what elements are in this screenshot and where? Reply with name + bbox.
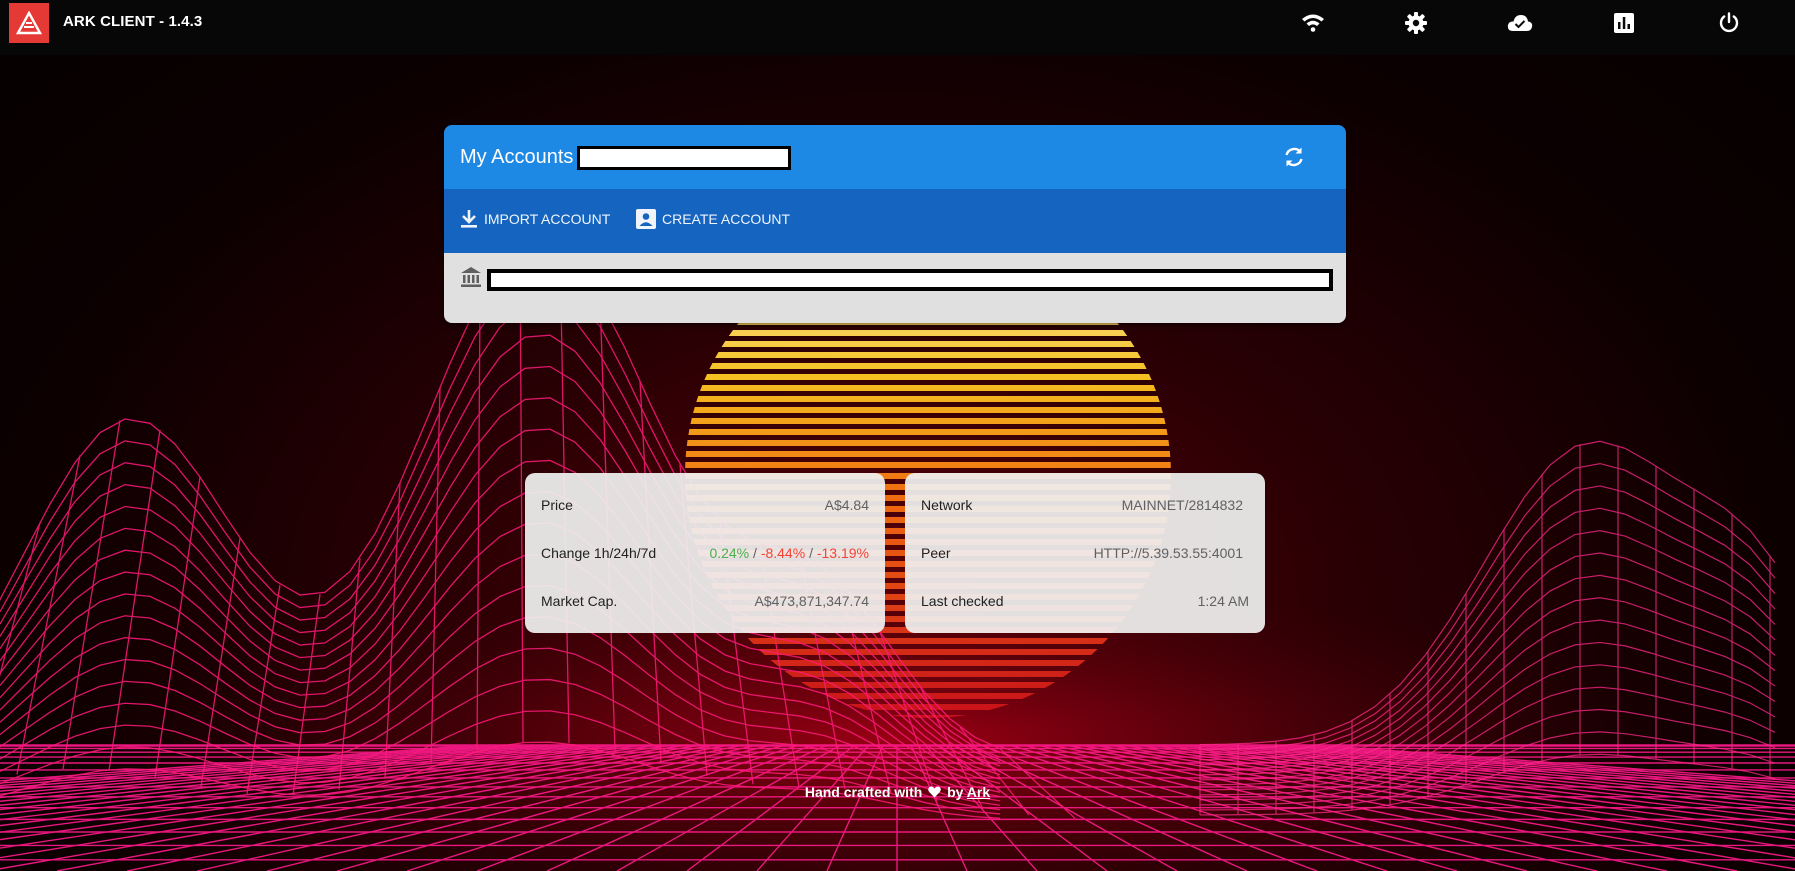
- accounts-title: My Accounts: [460, 146, 574, 168]
- account-box-icon: [636, 209, 656, 229]
- top-bar: ARK CLIENT - 1.4.3: [0, 0, 1795, 55]
- import-account-label: IMPORT ACCOUNT: [484, 211, 611, 227]
- change-label: Change 1h/24h/7d: [541, 545, 657, 561]
- last-checked-value: 1:24 AM: [1197, 593, 1249, 609]
- last-checked-label: Last checked: [921, 593, 1004, 609]
- network-label: Network: [921, 497, 973, 513]
- price-value: A$4.84: [824, 497, 869, 513]
- footer-by: by: [947, 784, 964, 800]
- change-7d-value: -13.19%: [816, 545, 869, 561]
- power-icon[interactable]: [1716, 10, 1742, 36]
- footer-text: Hand crafted with: [804, 784, 923, 800]
- change-row: Change 1h/24h/7d 0.24% / -8.44% / -13.19…: [541, 543, 869, 563]
- marketcap-label: Market Cap.: [541, 593, 618, 609]
- footer: Hand crafted with by Ark: [0, 784, 1795, 800]
- peer-value: HTTP://5.39.53.55:4001: [1093, 545, 1243, 561]
- last-checked-row: Last checked 1:24 AM: [921, 591, 1249, 611]
- wifi-icon[interactable]: [1300, 10, 1326, 36]
- change-values: 0.24% / -8.44% / -13.19%: [709, 545, 869, 561]
- price-label: Price: [541, 497, 573, 513]
- accounts-toolbar: IMPORT ACCOUNT CREATE ACCOUNT: [444, 189, 1346, 253]
- change-24h-value: -8.44%: [760, 545, 806, 561]
- ark-link[interactable]: Ark: [967, 784, 990, 800]
- heart-icon: [928, 786, 942, 798]
- accounts-header: My Accounts: [444, 125, 1346, 189]
- redacted-block: [487, 269, 1333, 291]
- account-row[interactable]: [444, 253, 1346, 323]
- create-account-label: CREATE ACCOUNT: [662, 211, 791, 227]
- ark-logo-icon[interactable]: [9, 3, 49, 43]
- peer-row: Peer HTTP://5.39.53.55:4001: [921, 543, 1243, 563]
- network-row: Network MAINNET/2814832: [921, 495, 1243, 515]
- settings-gear-icon[interactable]: [1403, 10, 1429, 36]
- refresh-icon[interactable]: [1281, 144, 1307, 170]
- change-1h-value: 0.24%: [709, 545, 750, 561]
- peer-label: Peer: [921, 545, 951, 561]
- create-account-button[interactable]: CREATE ACCOUNT: [636, 209, 790, 229]
- change-separator: /: [809, 545, 813, 561]
- cloud-check-icon[interactable]: [1507, 10, 1533, 36]
- chart-icon[interactable]: [1611, 10, 1637, 36]
- bank-icon: [460, 266, 482, 293]
- import-account-button[interactable]: IMPORT ACCOUNT: [460, 209, 610, 229]
- market-info-card: Price A$4.84 Change 1h/24h/7d 0.24% / -8…: [525, 473, 885, 633]
- redacted-block: [577, 146, 791, 170]
- change-separator: /: [753, 545, 757, 561]
- accounts-panel: My Accounts IMPORT ACCOUNT CREATE ACCOUN…: [444, 125, 1346, 323]
- marketcap-value: A$473,871,347.74: [754, 593, 869, 609]
- price-row: Price A$4.84: [541, 495, 869, 515]
- download-icon: [461, 210, 477, 228]
- app-title: ARK CLIENT - 1.4.3: [63, 13, 203, 30]
- network-value: MAINNET/2814832: [1121, 497, 1243, 513]
- network-info-card: Network MAINNET/2814832 Peer HTTP://5.39…: [905, 473, 1265, 633]
- marketcap-row: Market Cap. A$473,871,347.74: [541, 591, 869, 611]
